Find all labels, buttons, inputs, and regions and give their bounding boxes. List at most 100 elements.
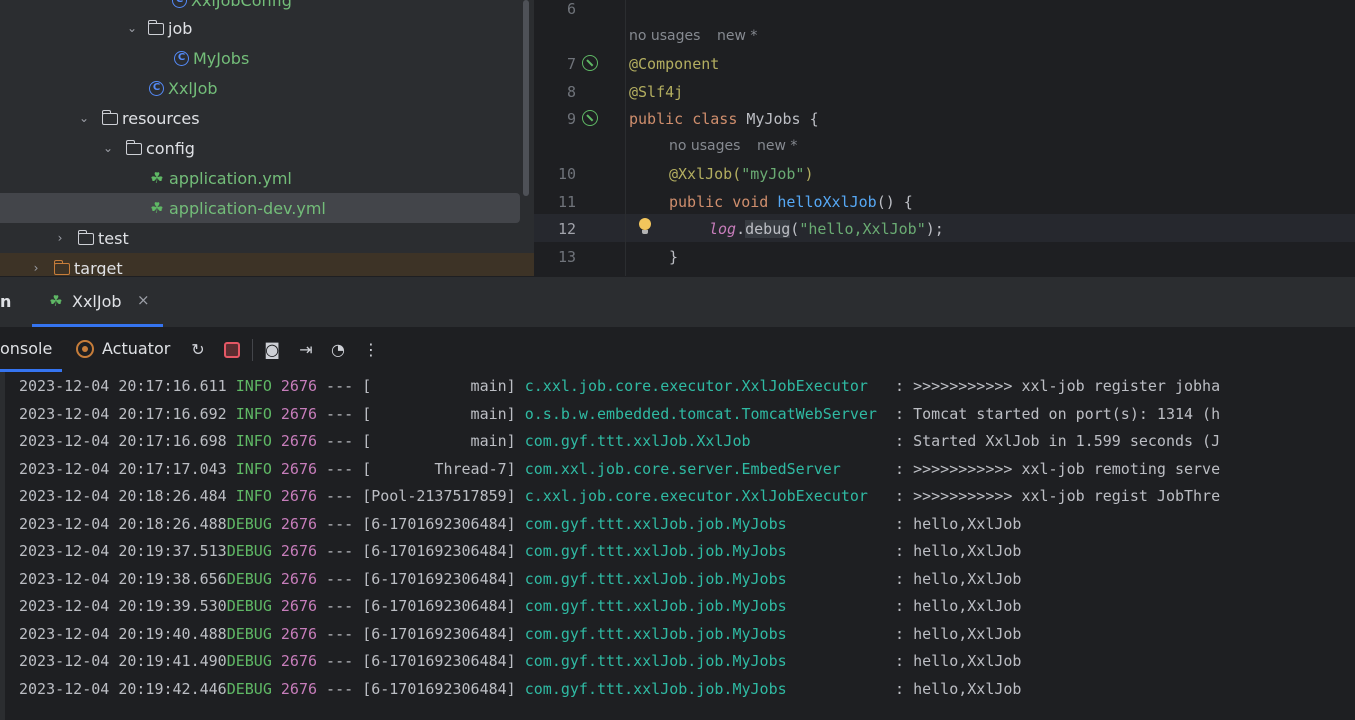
method-name: helloXxlJob (777, 193, 877, 211)
log-thread: [6-1701692306484] (362, 624, 516, 643)
log-message: : >>>>>>>>>>> xxl-job regist JobThre (885, 487, 1221, 505)
run-window-title: n (0, 292, 12, 311)
tree-item-label: XxlJob (168, 78, 218, 98)
log-line: 2023-12-04 20:17:16.692 INFO 2676 --- [ … (19, 401, 1220, 428)
log-separator: --- (317, 377, 363, 395)
code-editor[interactable]: 6 7 8 9 10 11 12 13 no usages new * no u… (534, 0, 1355, 276)
log-pid: 2676 (280, 514, 318, 533)
log-timestamp: 2023-12-04 20:17:16.698 (19, 432, 227, 450)
log-level: DEBUG (226, 569, 272, 588)
resources-folder-icon (101, 110, 118, 125)
chevron-down-icon[interactable]: ⌄ (102, 142, 114, 154)
line-number: 6 (566, 0, 576, 18)
field-ref: log (709, 220, 737, 238)
chevron-right-icon[interactable]: › (30, 262, 42, 274)
code-hint-new[interactable]: new * (757, 138, 797, 154)
code-hint-usages[interactable]: no usages (629, 28, 700, 44)
more-icon[interactable]: ⋮ (361, 340, 381, 360)
screenshot-icon[interactable]: ◙ (262, 340, 282, 360)
tree-item-myjobs[interactable]: C MyJobs (0, 43, 520, 73)
log-thread: [6-1701692306484] (362, 514, 516, 533)
console-left-border (0, 372, 5, 720)
line-number: 9 (566, 110, 576, 128)
lightbulb-icon[interactable] (638, 218, 652, 236)
punctuation: () { (876, 193, 913, 211)
log-level: INFO (226, 432, 272, 450)
code-line-7: @Component (629, 55, 720, 73)
code-line-10: @XxlJob("myJob") (669, 165, 814, 183)
log-logger: o.s.b.w.embedded.tomcat.TomcatWebServer (524, 404, 886, 423)
code-hint-usages[interactable]: no usages (669, 138, 740, 154)
log-level: DEBUG (226, 652, 272, 670)
tree-scrollbar[interactable] (523, 0, 529, 196)
log-separator: --- (317, 569, 363, 588)
tree-item-application-yml[interactable]: ☘ application.yml (0, 163, 520, 193)
tree-item-application-dev-yml[interactable]: ☘ application-dev.yml (0, 193, 520, 223)
run-tab-xxljob[interactable]: ☘ XxlJob × (32, 277, 163, 327)
tree-item-resources[interactable]: ⌄ resources (0, 103, 520, 133)
log-line: 2023-12-04 20:19:41.490DEBUG 2676 --- [6… (19, 648, 1021, 675)
log-separator: --- (317, 432, 363, 450)
log-line: 2023-12-04 20:18:26.484 INFO 2676 --- [P… (19, 483, 1220, 510)
performance-icon[interactable]: ◔ (328, 340, 348, 360)
tree-item-label: target (74, 258, 123, 277)
tab-actuator[interactable]: Actuator (102, 339, 170, 358)
excluded-folder-icon (53, 260, 70, 275)
log-thread: [ Thread-7] (362, 459, 516, 478)
method-call: debug (745, 220, 791, 238)
log-timestamp: 2023-12-04 20:19:42.446 (19, 679, 227, 698)
tree-item-label: resources (122, 108, 200, 128)
code-line-13: } (669, 248, 679, 266)
tab-console[interactable]: onsole (0, 339, 52, 358)
spring-boot-icon: ☘ (150, 169, 164, 187)
chevron-down-icon[interactable]: ⌄ (126, 22, 138, 34)
log-timestamp: 2023-12-04 20:19:37.513 (19, 542, 227, 560)
stop-icon[interactable] (224, 342, 240, 358)
log-timestamp: 2023-12-04 20:19:38.656 (19, 569, 227, 588)
class-icon: C (172, 0, 187, 8)
tree-item-job[interactable]: ⌄ job (0, 13, 520, 43)
log-message: : >>>>>>>>>>> xxl-job register jobha (885, 377, 1221, 395)
log-separator: --- (317, 679, 363, 698)
actuator-icon (76, 340, 94, 358)
code-hint-new[interactable]: new * (717, 28, 757, 44)
punctuation: ); (925, 220, 944, 238)
log-pid: 2676 (280, 459, 318, 478)
chevron-down-icon[interactable]: ⌄ (78, 112, 90, 124)
toolbar-divider (252, 339, 253, 361)
log-thread: [6-1701692306484] (362, 569, 516, 588)
log-separator: --- (317, 624, 363, 643)
log-level: INFO (226, 404, 272, 423)
chevron-right-icon[interactable]: › (54, 232, 66, 244)
tree-item-config[interactable]: ⌄ config (0, 133, 520, 163)
log-timestamp: 2023-12-04 20:19:39.530 (19, 597, 227, 615)
line-number: 11 (557, 193, 576, 211)
close-icon[interactable]: × (137, 291, 150, 309)
log-pid: 2676 (280, 569, 318, 588)
paren: ) (804, 165, 814, 183)
log-pid: 2676 (280, 432, 318, 450)
log-pid: 2676 (280, 652, 318, 670)
log-message: : hello,XxlJob (885, 624, 1022, 643)
log-separator: --- (317, 459, 363, 478)
spring-bean-icon[interactable] (582, 110, 598, 126)
tree-item-xxljob[interactable]: C XxlJob (0, 73, 520, 103)
project-tree: C XxlJobConfig ⌄ job C MyJobs C XxlJob ⌄… (0, 0, 534, 276)
tree-item-test[interactable]: › test (0, 223, 520, 253)
log-separator: --- (317, 542, 363, 560)
log-message: : hello,XxlJob (885, 514, 1022, 533)
folder-icon (125, 140, 142, 155)
tree-item-target[interactable]: › target (0, 253, 534, 276)
log-thread: [6-1701692306484] (362, 597, 516, 615)
spring-boot-icon: ☘ (49, 292, 63, 310)
log-line: 2023-12-04 20:19:37.513DEBUG 2676 --- [6… (19, 538, 1021, 565)
log-pid: 2676 (280, 597, 318, 615)
spring-bean-icon[interactable] (582, 55, 598, 71)
log-separator: --- (317, 487, 363, 505)
console-output[interactable]: 2023-12-04 20:17:16.611 INFO 2676 --- [ … (0, 372, 1355, 720)
log-level: DEBUG (226, 597, 272, 615)
log-logger: com.xxl.job.core.server.EmbedServer (524, 459, 886, 478)
exit-icon[interactable]: ⇥ (296, 340, 316, 360)
log-level: INFO (226, 487, 272, 505)
rerun-icon[interactable]: ↻ (188, 340, 208, 360)
